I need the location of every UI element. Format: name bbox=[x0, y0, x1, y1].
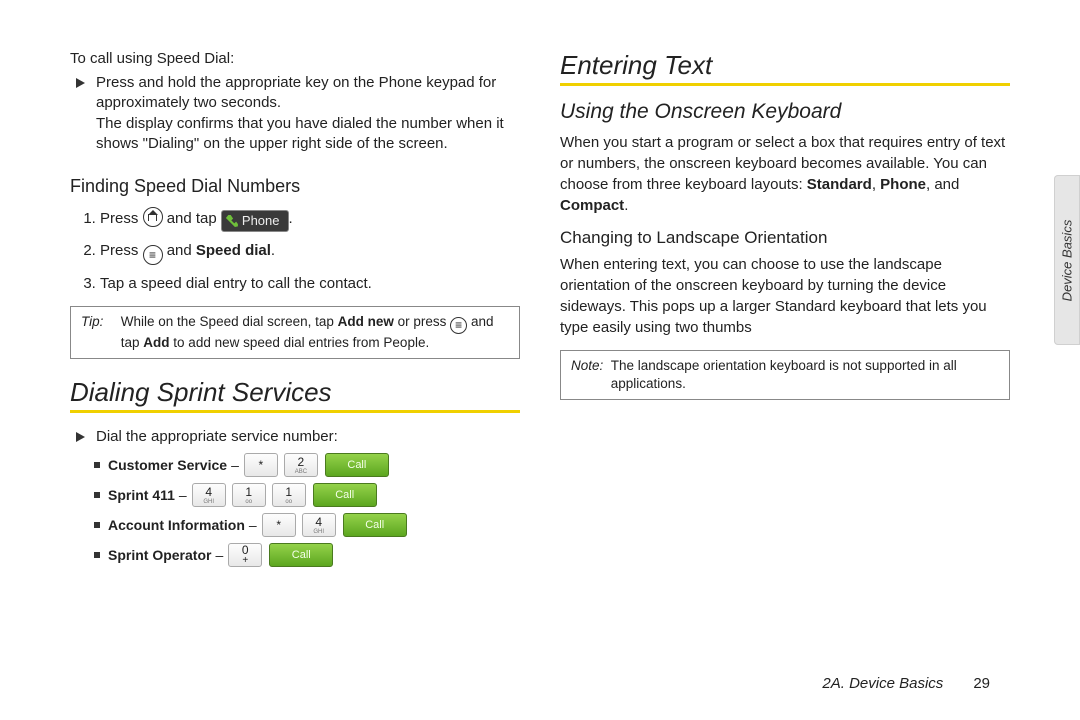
step1-text-a: Press bbox=[100, 210, 143, 227]
tip-box: Tip: While on the Speed dial screen, tap… bbox=[70, 306, 520, 359]
tip-t2: or press bbox=[394, 314, 450, 329]
sep1: , bbox=[872, 176, 880, 193]
landscape-heading: Changing to Landscape Orientation bbox=[560, 228, 1010, 248]
tip-label: Tip: bbox=[81, 313, 117, 331]
menu-icon bbox=[143, 245, 163, 265]
service-account: Account Information – * 4GHI Call bbox=[94, 513, 520, 537]
step2-text-a: Press bbox=[100, 242, 143, 259]
sep2: , and bbox=[926, 176, 959, 193]
call-button: Call bbox=[269, 543, 333, 567]
tip-body: While on the Speed dial screen, tap Add … bbox=[121, 313, 507, 352]
tip-t4: to add new speed dial entries from Peopl… bbox=[170, 335, 430, 350]
keypad-key-star: * bbox=[262, 513, 296, 537]
call-button: Call bbox=[343, 513, 407, 537]
speed-dial-bullet-line1: Press and hold the appropriate key on th… bbox=[96, 74, 496, 111]
side-tab-label: Device Basics bbox=[1060, 219, 1075, 301]
entering-heading: Entering Text bbox=[560, 50, 1010, 81]
kb-standard: Standard bbox=[807, 176, 872, 193]
right-column: Entering Text Using the Onscreen Keyboar… bbox=[560, 50, 1010, 670]
using-heading: Using the Onscreen Keyboard bbox=[560, 100, 1010, 124]
call-button: Call bbox=[325, 453, 389, 477]
keypad-key-star: * bbox=[244, 453, 278, 477]
service-name: Sprint Operator bbox=[108, 547, 211, 563]
left-column: To call using Speed Dial: Press and hold… bbox=[70, 50, 520, 670]
dial-intro: Dial the appropriate service number: bbox=[96, 427, 520, 447]
tip-t1: While on the Speed dial screen, tap bbox=[121, 314, 338, 329]
page-footer: 2A. Device Basics 29 bbox=[822, 675, 990, 692]
dash: – bbox=[179, 487, 187, 503]
tip-b2: Add bbox=[143, 335, 169, 350]
phone-app-chip: Phone bbox=[221, 210, 289, 232]
menu-icon bbox=[450, 317, 467, 334]
finding-step-1: Press and tap Phone. bbox=[100, 207, 520, 232]
keypad-key-1: 1oo bbox=[272, 483, 306, 507]
dialing-heading: Dialing Sprint Services bbox=[70, 377, 520, 408]
keypad-key-4: 4GHI bbox=[302, 513, 336, 537]
service-name: Customer Service bbox=[108, 457, 227, 473]
section-rule bbox=[560, 83, 1010, 86]
kb-compact: Compact bbox=[560, 197, 624, 214]
finding-step-2: Press and Speed dial. bbox=[100, 240, 520, 265]
phone-chip-label: Phone bbox=[242, 212, 280, 230]
footer-section: 2A. Device Basics bbox=[822, 675, 943, 692]
finding-step-3: Tap a speed dial entry to call the conta… bbox=[100, 273, 520, 294]
note-box: Note: The landscape orientation keyboard… bbox=[560, 350, 1010, 400]
speed-dial-intro: To call using Speed Dial: bbox=[70, 50, 520, 67]
kb-phone: Phone bbox=[880, 176, 926, 193]
service-name: Account Information bbox=[108, 517, 245, 533]
dash: – bbox=[215, 547, 223, 563]
step1-text-b: and tap bbox=[167, 210, 221, 227]
keypad-key-4: 4GHI bbox=[192, 483, 226, 507]
call-button: Call bbox=[313, 483, 377, 507]
step2-bold: Speed dial bbox=[196, 242, 271, 259]
dash: – bbox=[249, 517, 257, 533]
section-rule bbox=[70, 410, 520, 413]
keypad-key-2: 2ABC bbox=[284, 453, 318, 477]
speed-dial-bullet-line2: The display confirms that you have diale… bbox=[96, 115, 504, 152]
side-tab: Device Basics bbox=[1054, 175, 1080, 345]
finding-steps: Press and tap Phone. Press and Speed dia… bbox=[70, 207, 520, 294]
service-customer: Customer Service – * 2ABC Call bbox=[94, 453, 520, 477]
service-name: Sprint 411 bbox=[108, 487, 175, 503]
step2-text-c: . bbox=[271, 242, 275, 259]
dash: – bbox=[231, 457, 239, 473]
footer-page-number: 29 bbox=[973, 675, 990, 692]
home-icon bbox=[143, 207, 163, 227]
note-body: The landscape orientation keyboard is no… bbox=[611, 357, 997, 393]
landscape-para: When entering text, you can choose to us… bbox=[560, 254, 1010, 338]
step1-text-c: . bbox=[289, 210, 293, 227]
service-411: Sprint 411 – 4GHI 1oo 1oo Call bbox=[94, 483, 520, 507]
keypad-key-0: 0+ bbox=[228, 543, 262, 567]
tip-b1: Add new bbox=[338, 314, 394, 329]
speed-dial-bullet: Press and hold the appropriate key on th… bbox=[96, 73, 520, 154]
using-para: When you start a program or select a box… bbox=[560, 132, 1010, 216]
finding-heading: Finding Speed Dial Numbers bbox=[70, 176, 520, 197]
using-p1end: . bbox=[624, 197, 628, 214]
phone-handset-icon bbox=[226, 215, 238, 227]
note-label: Note: bbox=[571, 357, 607, 375]
keypad-key-1: 1oo bbox=[232, 483, 266, 507]
step2-text-b: and bbox=[167, 242, 196, 259]
service-operator: Sprint Operator – 0+ Call bbox=[94, 543, 520, 567]
